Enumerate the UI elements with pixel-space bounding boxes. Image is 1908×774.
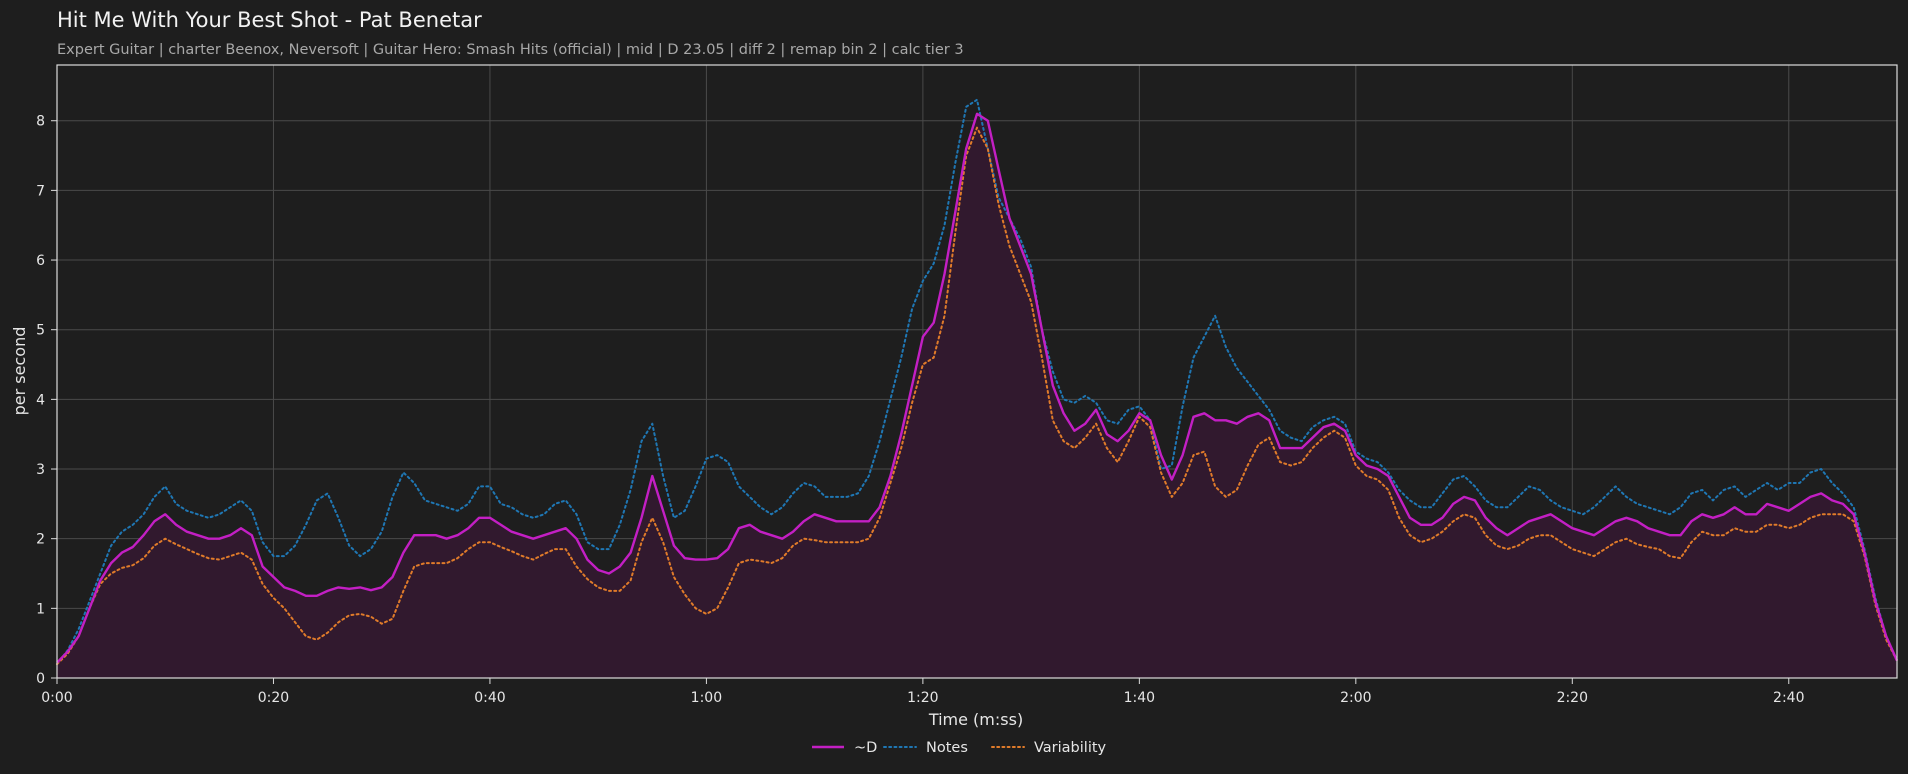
x-tick-label: 1:40: [1124, 690, 1155, 706]
x-tick-label: 0:40: [474, 690, 505, 706]
y-tick-label: 8: [36, 114, 45, 130]
y-tick-label: 0: [36, 671, 45, 687]
x-tick-label: 2:40: [1773, 690, 1804, 706]
chart-subtitle: Expert Guitar | charter Beenox, Neversof…: [57, 42, 964, 58]
y-tick-label: 4: [36, 392, 45, 408]
y-tick-label: 3: [36, 462, 45, 478]
x-tick-label: 2:00: [1340, 690, 1371, 706]
chart: Hit Me With Your Best Shot - Pat Benetar…: [0, 0, 1908, 774]
y-tick-label: 2: [36, 532, 45, 548]
x-tick-label: 0:00: [41, 690, 72, 706]
x-tick-label: 1:00: [691, 690, 722, 706]
y-tick-label: 7: [36, 183, 45, 199]
x-tick-label: 2:20: [1557, 690, 1588, 706]
x-axis-label: Time (m:ss): [928, 710, 1023, 729]
x-tick-label: 0:20: [258, 690, 289, 706]
legend-label-notes: Notes: [926, 740, 968, 756]
legend-label-variability: Variability: [1034, 740, 1107, 756]
legend: ~D Notes Variability: [812, 740, 1107, 756]
legend-label-d: ~D: [854, 740, 877, 756]
y-tick-label: 1: [36, 601, 45, 617]
chart-title: Hit Me With Your Best Shot - Pat Benetar: [57, 8, 482, 32]
y-tick-label: 6: [36, 253, 45, 269]
y-axis-label: per second: [10, 327, 29, 416]
x-tick-label: 1:20: [907, 690, 938, 706]
y-tick-label: 5: [36, 323, 45, 339]
